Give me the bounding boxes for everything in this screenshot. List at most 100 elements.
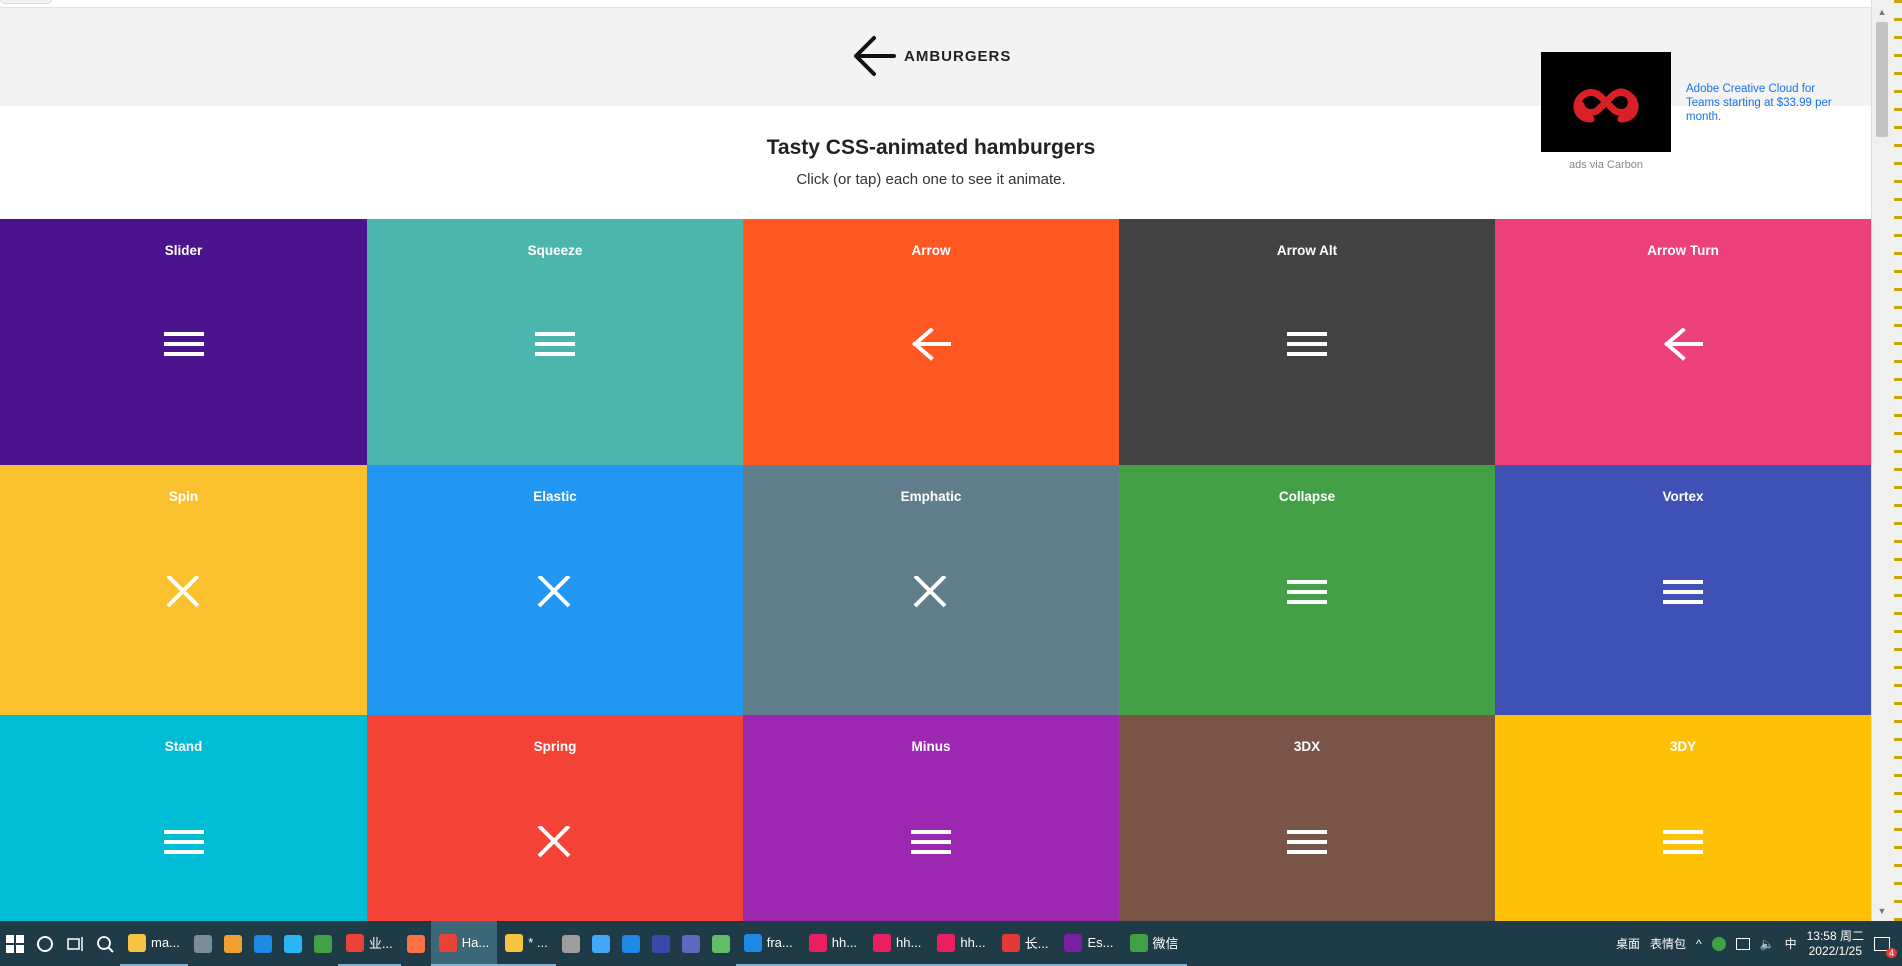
scroll-down-icon[interactable]: ▼	[1876, 905, 1888, 917]
windows-icon	[6, 934, 24, 953]
tile-label: Vortex	[1662, 489, 1704, 504]
taskbar-app[interactable]: 业...	[337, 921, 401, 966]
hamburger-icon[interactable]	[1287, 576, 1327, 616]
app-icon	[711, 934, 730, 953]
hamburger-icon[interactable]	[1663, 826, 1703, 866]
hamburger-tile[interactable]: Slider	[0, 219, 367, 465]
taskbar-app[interactable]	[188, 921, 218, 966]
hamburger-tile[interactable]: Arrow Alt	[1119, 219, 1495, 465]
volume-icon[interactable]: 🔈	[1760, 937, 1775, 951]
hamburger-icon[interactable]	[1287, 328, 1327, 368]
ad-image[interactable]	[1541, 52, 1671, 152]
taskbar-app-label: ma...	[151, 935, 180, 950]
scroll-markers	[1894, 0, 1902, 921]
vscode-icon	[621, 934, 640, 953]
tile-label: Squeeze	[527, 243, 583, 258]
hamburger-tile[interactable]: Emphatic	[743, 465, 1119, 715]
taskbar-app[interactable]	[586, 921, 616, 966]
taskbar-app-label: hh...	[896, 935, 922, 950]
hamburger-icon[interactable]	[1287, 826, 1327, 866]
taskbar-app-label: 业...	[368, 936, 393, 951]
carbon-ad[interactable]: Adobe Creative Cloud for Teams starting …	[1541, 52, 1841, 172]
tab-stub[interactable]	[0, 0, 52, 4]
browser-icon	[313, 934, 332, 953]
hamburger-tile[interactable]: Squeeze	[367, 219, 743, 465]
scroll-thumb[interactable]	[1876, 22, 1888, 137]
hamburger-icon[interactable]	[1663, 576, 1703, 616]
taskbar-app[interactable]	[646, 921, 676, 966]
taskbar-app[interactable]	[248, 921, 278, 966]
close-icon[interactable]	[911, 574, 951, 616]
arrow-left-icon[interactable]	[1663, 327, 1705, 368]
hamburger-tile[interactable]: Arrow	[743, 219, 1119, 465]
taskbar-app[interactable]: 长...	[993, 921, 1057, 966]
taskbar-app[interactable]	[616, 921, 646, 966]
hamburger-tile[interactable]: Vortex	[1495, 465, 1871, 715]
notification-icon[interactable]: 4	[1874, 936, 1897, 958]
close-icon[interactable]	[164, 574, 204, 616]
taskbar-app[interactable]: 微信	[1121, 921, 1187, 966]
close-icon[interactable]	[535, 824, 575, 866]
hamburger-icon[interactable]	[163, 826, 204, 866]
taskbar-app-label: Ha...	[461, 935, 490, 950]
arrow-left-icon[interactable]	[911, 327, 953, 368]
taskbar-app[interactable]: hh...	[865, 921, 930, 966]
hamburger-tile[interactable]: Elastic	[367, 465, 743, 715]
tile-label: 3DY	[1669, 739, 1697, 754]
hamburger-tile[interactable]: Collapse	[1119, 465, 1495, 715]
taskbar-app[interactable]	[556, 921, 586, 966]
taskbar-app[interactable]	[218, 921, 248, 966]
taskbar-app[interactable]	[401, 921, 431, 966]
hamburger-tile[interactable]: Spring	[367, 715, 743, 921]
hamburger-tile[interactable]: Arrow Turn	[1495, 219, 1871, 465]
search-button[interactable]	[30, 921, 60, 966]
idea-icon	[873, 933, 892, 952]
desktop-toolbar[interactable]: 桌面	[1616, 935, 1640, 952]
tile-label: Arrow Turn	[1647, 243, 1719, 258]
hamburger-tile[interactable]: 3DX	[1119, 715, 1495, 921]
scroll-up-icon[interactable]: ▲	[1876, 6, 1888, 18]
taskbar-app[interactable]	[676, 921, 706, 966]
taskbar-app[interactable]: ma...	[120, 921, 188, 966]
top-strip	[0, 0, 1871, 8]
emoji-toolbar[interactable]: 表情包	[1650, 935, 1686, 952]
taskbar-app[interactable]: hh...	[929, 921, 994, 966]
ime-indicator[interactable]: 中	[1785, 935, 1797, 952]
chrome-icon	[345, 933, 364, 952]
start-button[interactable]	[0, 921, 30, 966]
zoom-button[interactable]	[90, 921, 120, 966]
taskbar-app[interactable]: fra...	[735, 921, 801, 966]
firefox-icon	[406, 934, 425, 953]
tile-label: Minus	[911, 739, 951, 754]
wechat-tray-icon[interactable]	[1711, 936, 1726, 951]
hamburger-icon[interactable]	[163, 328, 204, 368]
hamburger-icon[interactable]	[911, 826, 951, 866]
taskbar-app-label: 长...	[1024, 936, 1049, 951]
ad-credit[interactable]: ads via Carbon	[1541, 159, 1671, 171]
network-icon[interactable]	[1735, 937, 1750, 950]
taskbar-app[interactable]	[308, 921, 338, 966]
taskbar-app-label: fra...	[766, 935, 793, 950]
onenote-icon	[1064, 933, 1083, 952]
taskbar-app[interactable]: Es...	[1056, 921, 1122, 966]
taskbar-app[interactable]: Ha...	[430, 921, 498, 966]
taskbar-app[interactable]	[706, 921, 736, 966]
taskbar-app[interactable]	[278, 921, 308, 966]
hamburger-icon[interactable]	[535, 328, 575, 368]
taskbar-app[interactable]: hh...	[800, 921, 866, 966]
ad-text[interactable]: Adobe Creative Cloud for Teams starting …	[1686, 82, 1841, 124]
tray-expand-icon[interactable]: ^	[1696, 937, 1702, 951]
eclipse-icon	[651, 934, 670, 953]
clock[interactable]: 13:58 周二 2022/1/25	[1807, 929, 1864, 959]
hamburger-grid: Slider Squeeze Arrow Arrow Alt Arrow Turn Spi…	[0, 219, 1871, 921]
hamburger-tile[interactable]: Minus	[743, 715, 1119, 921]
task-view-button[interactable]	[60, 921, 90, 966]
hamburger-tile[interactable]: Stand	[0, 715, 367, 921]
hamburger-tile[interactable]: 3DY	[1495, 715, 1871, 921]
vertical-scrollbar[interactable]: ▲ ▼	[1871, 0, 1902, 921]
hamburger-tile[interactable]: Spin	[0, 465, 367, 715]
site-logo[interactable]: AMBURGERS	[852, 34, 1011, 78]
close-icon[interactable]	[535, 574, 575, 616]
arrow-left-icon	[854, 36, 896, 76]
taskbar-app[interactable]: * ...	[497, 921, 556, 966]
